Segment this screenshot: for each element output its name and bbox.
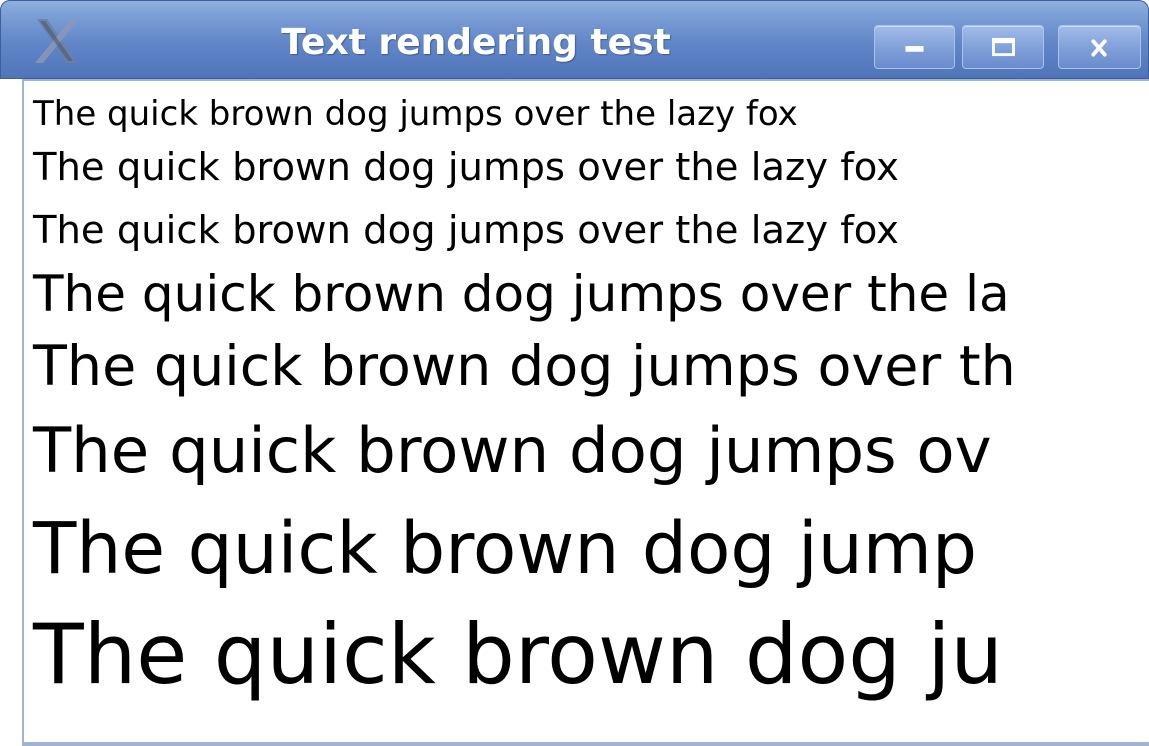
sample-text-line: The quick brown dog jumps over the la [33, 265, 1010, 323]
maximize-icon [992, 37, 1015, 57]
minimize-button[interactable] [874, 25, 955, 69]
sample-text-line: The quick brown dog jumps over the lazy … [33, 208, 899, 253]
minimize-icon [905, 46, 924, 52]
sample-text-line: The quick brown dog jumps over th [33, 334, 1016, 399]
sample-text-line: The quick brown dog jumps over the lazy … [33, 94, 798, 134]
maximize-button[interactable] [962, 25, 1044, 69]
title-bar[interactable]: Text rendering test [0, 0, 1149, 79]
sample-text-line: The quick brown dog ju [33, 606, 1004, 703]
text-canvas: The quick brown dog jumps over the lazy … [22, 79, 1149, 744]
sample-text-line: The quick brown dog jump [33, 507, 978, 590]
window-title: Text rendering test [281, 22, 671, 63]
close-button[interactable] [1058, 25, 1141, 69]
close-icon [1091, 39, 1107, 57]
sample-text-line: The quick brown dog jumps ov [33, 414, 992, 487]
sample-text-line: The quick brown dog jumps over the lazy … [33, 145, 899, 190]
x-logo-icon[interactable] [31, 15, 83, 67]
window-bottom-border [22, 742, 1149, 746]
app-window: Text rendering test The quick brown dog … [0, 0, 1149, 746]
